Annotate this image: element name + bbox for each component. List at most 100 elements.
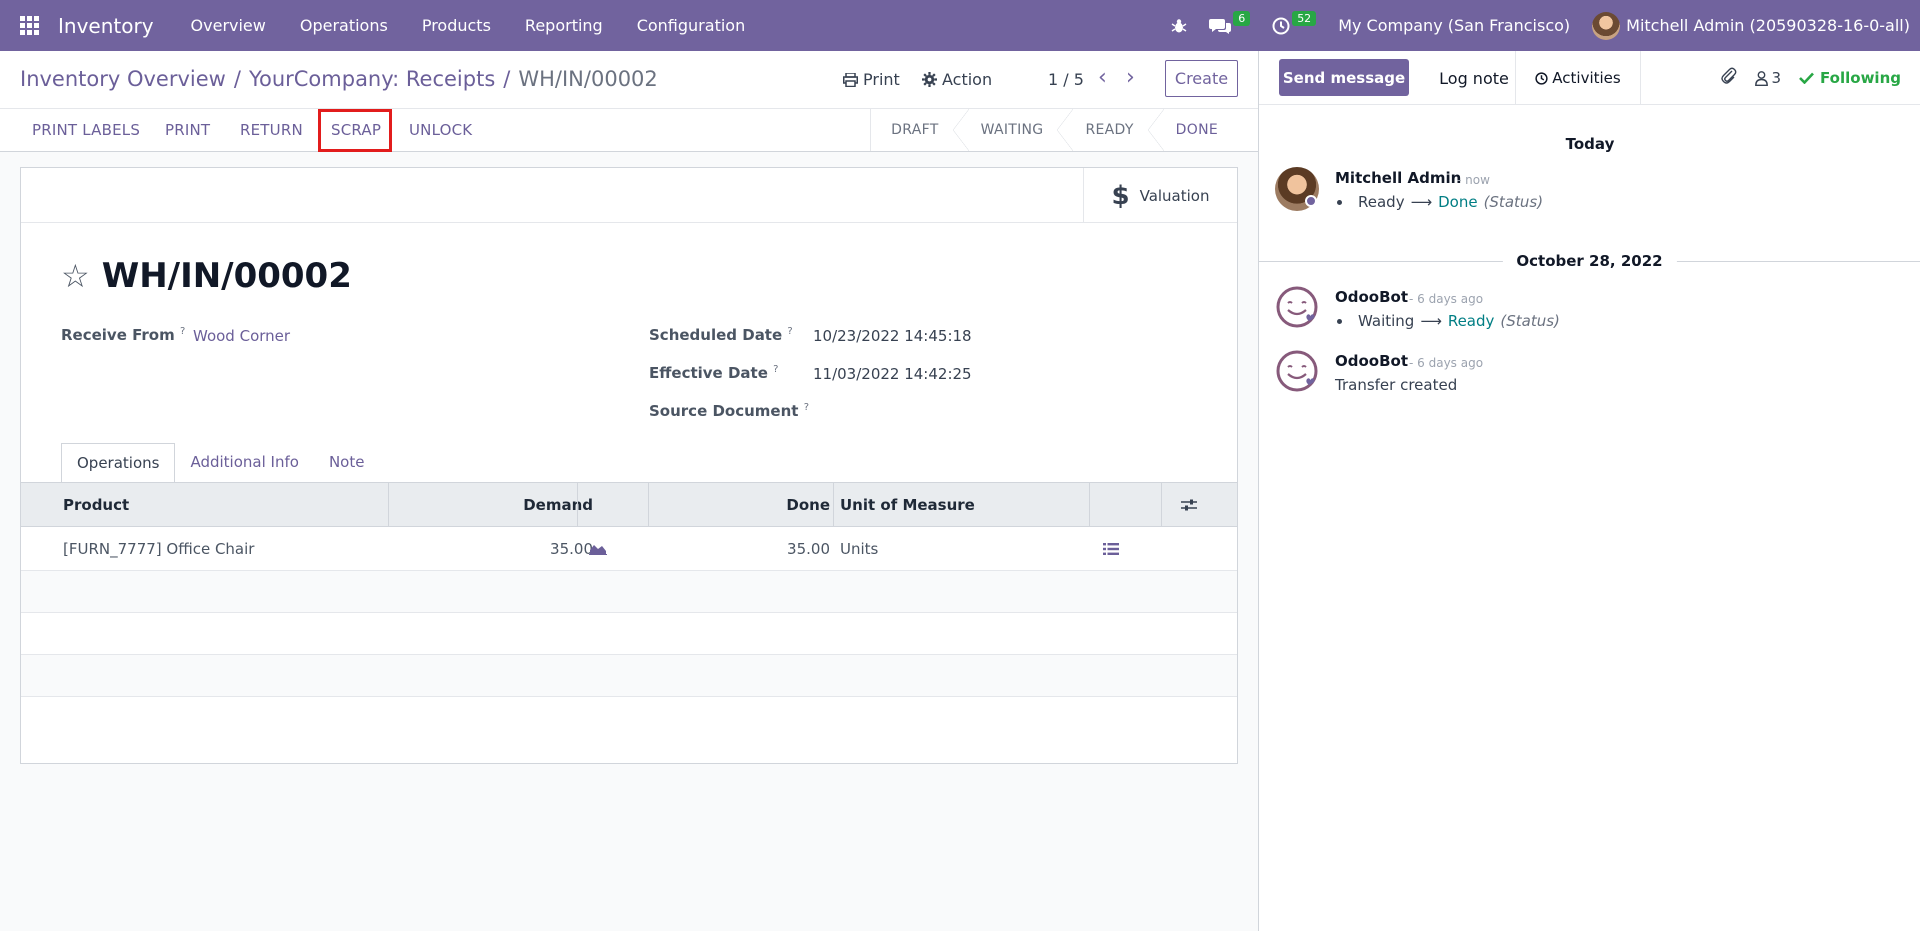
effective-date-value[interactable]: 11/03/2022 14:42:25 [813, 365, 972, 383]
print-labels-button[interactable]: PRINT LABELS [32, 121, 140, 139]
old-value: Ready [1358, 193, 1405, 211]
col-demand[interactable]: Demand [388, 483, 593, 527]
menu-overview[interactable]: Overview [174, 16, 283, 35]
tracking-field-name: (Status) [1483, 193, 1544, 211]
cell-done[interactable]: 35.00 [648, 527, 830, 570]
menu-operations[interactable]: Operations [283, 16, 405, 35]
col-product[interactable]: Product [63, 483, 129, 527]
title-row: ☆ WH/IN/00002 [61, 256, 352, 296]
arrow-right-icon: ⟶ [1410, 193, 1433, 211]
user-icon [1754, 70, 1768, 86]
col-done[interactable]: Done [648, 483, 830, 527]
action-menu-button[interactable]: Action [922, 70, 992, 89]
activities-label: Activities [1552, 69, 1621, 87]
chatter-panel: Send message Log note Activities 3 Follo… [1258, 51, 1920, 931]
odoobot-avatar-icon[interactable] [1275, 285, 1319, 329]
unlock-button[interactable]: UNLOCK [409, 121, 472, 139]
printer-icon [843, 72, 858, 87]
followers-button[interactable]: 3 [1754, 69, 1782, 87]
old-value: Waiting [1358, 312, 1415, 330]
message-author[interactable]: OdooBot [1335, 352, 1408, 370]
breadcrumb: Inventory Overview / YourCompany: Receipts… [20, 67, 658, 91]
debug-icon[interactable] [1171, 18, 1187, 34]
stage-waiting[interactable]: WAITING [961, 109, 1074, 151]
action-label: Action [942, 70, 993, 89]
gear-icon [922, 72, 937, 87]
following-button[interactable]: Following [1799, 69, 1901, 87]
send-message-button[interactable]: Send message [1279, 59, 1409, 96]
tab-note[interactable]: Note [314, 442, 380, 482]
app-name[interactable]: Inventory [58, 14, 154, 38]
message-time: - 6 days ago [1409, 356, 1484, 370]
status-bar: PRINT LABELS PRINT RETURN SCRAP UNLOCK D… [0, 109, 1258, 152]
activities-badge: 52 [1292, 11, 1317, 26]
stage-ready[interactable]: READY [1065, 109, 1164, 151]
menu-products[interactable]: Products [405, 16, 508, 35]
followers-count: 3 [1771, 69, 1782, 87]
cell-product[interactable]: [FURN_7777] Office Chair [63, 527, 254, 570]
tab-additional-info[interactable]: Additional Info [175, 442, 313, 482]
stage-done[interactable]: DONE [1156, 109, 1240, 151]
forecast-chart-icon[interactable] [589, 527, 607, 570]
activities-clock-icon[interactable]: 52 [1272, 11, 1317, 35]
record-title: WH/IN/00002 [101, 256, 352, 296]
user-menu[interactable]: Mitchell Admin (20590328-16-0-all) [1592, 11, 1910, 40]
control-panel: Inventory Overview / YourCompany: Receipts… [0, 51, 1258, 109]
new-value: Ready [1447, 312, 1495, 330]
optional-columns-icon[interactable] [1181, 483, 1197, 527]
tab-operations[interactable]: Operations [61, 443, 176, 483]
pager-previous-icon[interactable]: ‹ [1098, 65, 1107, 90]
print-button[interactable]: PRINT [165, 121, 210, 139]
breadcrumb-separator: / [503, 67, 511, 91]
day-separator-today: Today [1565, 135, 1615, 153]
effective-date-label: Effective Date ? [649, 364, 779, 382]
breadcrumb-current: WH/IN/00002 [518, 67, 658, 91]
new-value: Done [1438, 193, 1478, 211]
odoobot-avatar-icon[interactable] [1275, 349, 1319, 393]
breadcrumb-receipts[interactable]: YourCompany: Receipts [249, 67, 495, 91]
dollar-icon: $ [1111, 180, 1130, 211]
col-unit-of-measure[interactable]: Unit of Measure [840, 483, 975, 527]
online-status-dot [1305, 195, 1317, 207]
empty-row [21, 571, 1237, 613]
pager-value[interactable]: 1 / 5 [1048, 70, 1084, 89]
message-author[interactable]: Mitchell Admin [1335, 169, 1461, 187]
log-note-button[interactable]: Log note [1429, 51, 1519, 105]
stage-draft[interactable]: DRAFT [871, 109, 969, 151]
table-row[interactable]: [FURN_7777] Office Chair 35.00 35.00 Uni… [21, 527, 1237, 571]
top-navbar: Inventory Overview Operations Products R… [0, 0, 1920, 51]
menu-configuration[interactable]: Configuration [620, 16, 763, 35]
message-time: - 6 days ago [1409, 292, 1484, 306]
breadcrumb-separator: / [233, 67, 241, 91]
check-icon [1799, 72, 1814, 84]
day-separator-october: October 28, 2022 [1502, 252, 1677, 270]
detailed-operations-list-icon[interactable] [1103, 527, 1119, 570]
cell-demand[interactable]: 35.00 [388, 527, 593, 570]
return-button[interactable]: RETURN [240, 121, 303, 139]
company-switcher[interactable]: My Company (San Francisco) [1338, 16, 1570, 35]
print-menu-button[interactable]: Print [843, 70, 900, 89]
messages-badge: 6 [1233, 11, 1251, 26]
receive-from-value[interactable]: Wood Corner [193, 327, 290, 345]
star-icon[interactable]: ☆ [61, 260, 90, 292]
activities-button[interactable]: Activities [1515, 51, 1641, 105]
breadcrumb-inventory-overview[interactable]: Inventory Overview [20, 67, 226, 91]
notebook-tabs: Operations Additional Info Note [61, 442, 380, 483]
scheduled-date-value[interactable]: 10/23/2022 14:45:18 [813, 327, 972, 345]
table-header: Product Demand Done Unit of Measure [21, 482, 1237, 527]
messages-icon[interactable]: 6 [1209, 11, 1251, 35]
status-stages: DRAFT WAITING READY DONE [870, 109, 1240, 151]
clock-icon [1535, 71, 1548, 85]
pager-next-icon[interactable]: › [1126, 65, 1135, 90]
valuation-smart-button[interactable]: $ Valuation [1083, 168, 1237, 223]
form-sheet: $ Valuation ☆ WH/IN/00002 Receive From ?… [20, 167, 1238, 764]
paperclip-icon[interactable] [1720, 67, 1737, 89]
empty-row [21, 613, 1237, 655]
user-name: Mitchell Admin (20590328-16-0-all) [1626, 16, 1910, 35]
menu-reporting[interactable]: Reporting [508, 16, 620, 35]
apps-menu-icon[interactable] [0, 0, 58, 51]
message-author[interactable]: OdooBot [1335, 288, 1408, 306]
create-button[interactable]: Create [1165, 60, 1238, 97]
cell-unit-of-measure[interactable]: Units [840, 527, 878, 570]
valuation-label: Valuation [1139, 186, 1210, 205]
